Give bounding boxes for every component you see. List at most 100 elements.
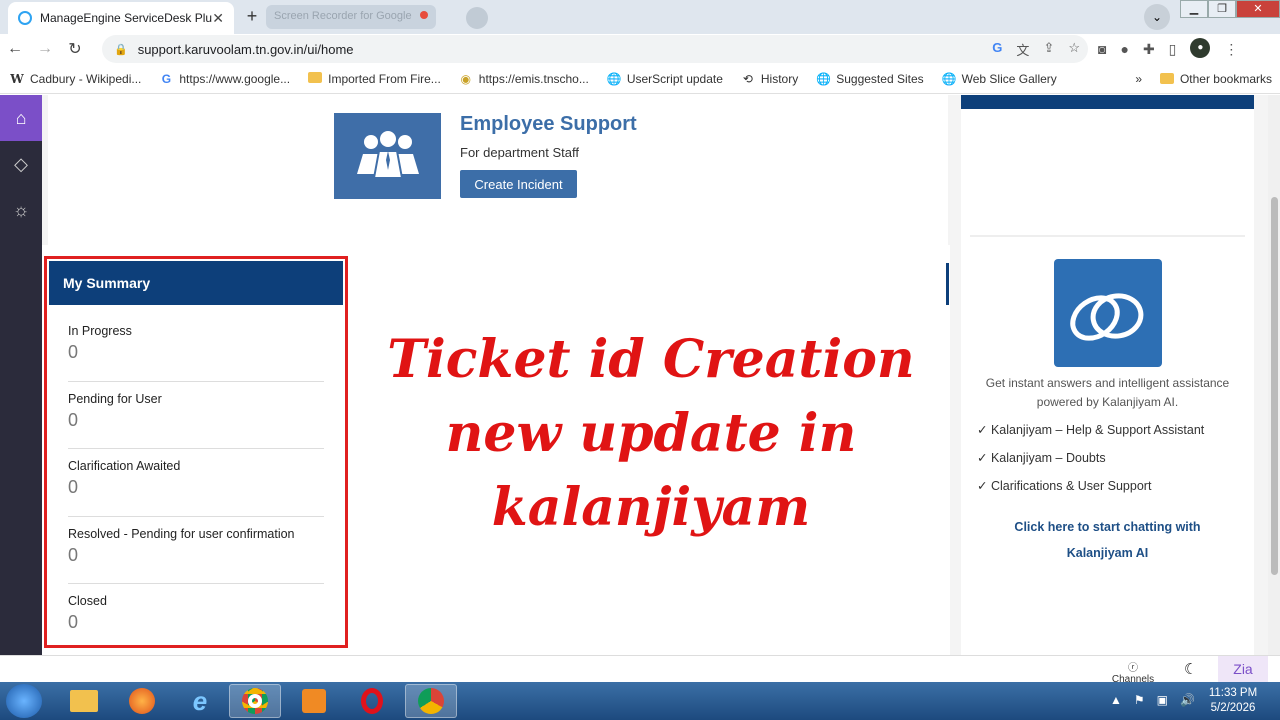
globe-icon: 🌐 — [606, 71, 622, 86]
puzzle-extensions-icon[interactable]: ✚ — [1143, 41, 1155, 58]
action-center-flag-icon[interactable]: ⚑ — [1134, 693, 1145, 707]
ticket-icon[interactable]: ◇ — [0, 141, 42, 187]
dark-mode-moon-icon[interactable]: ☾ — [1184, 660, 1197, 678]
bookmark-star-icon[interactable]: ☆ — [1068, 40, 1080, 59]
wikipedia-icon: W — [10, 71, 24, 86]
summary-row-label: Pending for User — [68, 392, 162, 406]
recording-icon — [419, 11, 428, 19]
bookmark-label: Imported From Fire... — [328, 71, 441, 86]
windows-start-button[interactable] — [6, 684, 42, 718]
bookmark-item[interactable]: W Cadbury - Wikipedi... — [10, 72, 141, 86]
bookmark-item[interactable]: 🌐 UserScript update — [607, 72, 723, 86]
app-footer-bar: ⓡ Channels ☾ Zia — [0, 655, 1280, 685]
bookmark-item[interactable]: 🌐 Web Slice Gallery — [942, 72, 1057, 86]
file-explorer-icon[interactable] — [58, 684, 110, 718]
overlay-line: Ticket id Creation — [387, 329, 915, 390]
new-tab-button[interactable]: + — [240, 6, 264, 28]
network-icon[interactable]: ▣ — [1157, 693, 1168, 707]
menu-kebab-icon[interactable]: ⋮ — [1224, 41, 1238, 58]
folder-icon — [308, 71, 323, 86]
scrollbar-thumb[interactable] — [1271, 197, 1278, 575]
home-icon[interactable]: ⌂ — [0, 95, 42, 141]
translate-icon[interactable]: 文 — [1016, 40, 1029, 59]
bookmark-item[interactable]: 🌐 Suggested Sites — [816, 72, 923, 86]
summary-row-count: 0 — [68, 342, 79, 362]
summary-row-clarification[interactable]: Clarification Awaited 0 — [68, 459, 324, 517]
opera-icon[interactable] — [346, 684, 398, 718]
side-panel-icon[interactable]: ▯ — [1169, 41, 1177, 58]
page-scrollbar[interactable] — [1268, 95, 1280, 655]
employee-support-logo — [334, 113, 441, 199]
lightbulb-icon[interactable]: ☼ — [0, 187, 42, 233]
video-overlay-title: Ticket id Creation new update in kalanji… — [352, 323, 950, 545]
chrome-taskbar-icon[interactable] — [229, 684, 281, 718]
summary-row-label: In Progress — [68, 324, 132, 338]
globe-icon: 🌐 — [941, 71, 957, 86]
create-incident-button[interactable]: Create Incident — [460, 170, 577, 198]
tab-close-icon[interactable]: ✕ — [212, 10, 224, 27]
profile-avatar[interactable]: ● — [1190, 38, 1211, 58]
ai-side-panel: Get instant answers and intelligent assi… — [961, 95, 1254, 655]
summary-row-in-progress[interactable]: In Progress 0 — [68, 324, 324, 382]
tab-title: Screen Recorder for Google — [274, 10, 412, 22]
minimize-button[interactable]: ▁ — [1180, 0, 1208, 18]
bookmark-label: Suggested Sites — [836, 71, 924, 86]
tab-search-chevron-icon[interactable]: ⌄ — [1144, 4, 1170, 30]
share-icon[interactable]: ⇪ — [1043, 40, 1054, 59]
address-bar[interactable]: 🔒 support.karuvoolam.tn.gov.in/ui/home G… — [102, 35, 1088, 63]
browser-toolbar: ← → ↻ 🔒 support.karuvoolam.tn.gov.in/ui/… — [0, 34, 1280, 64]
ai-feature-item: ✓ Clarifications & User Support — [977, 479, 1152, 493]
zia-assistant-button[interactable]: Zia — [1218, 656, 1268, 683]
summary-row-count: 0 — [68, 410, 79, 430]
chrome-window-icon[interactable] — [405, 684, 457, 718]
ai-feature-item: ✓ Kalanjiyam – Doubts — [977, 451, 1106, 465]
globe-icon: 🌐 — [816, 71, 832, 86]
extension-icon[interactable]: ● — [1120, 41, 1128, 58]
channels-icon: ⓡ — [1128, 663, 1138, 674]
volume-icon[interactable]: 🔊 — [1180, 693, 1195, 707]
start-chat-link[interactable]: Click here to start chatting with Kalanj… — [990, 514, 1225, 566]
maximize-button[interactable]: ❐ — [1208, 0, 1236, 18]
bookmark-item[interactable]: Imported From Fire... — [308, 71, 441, 86]
tab-favicon-icon[interactable] — [466, 7, 488, 29]
history-icon: ⟲ — [742, 71, 753, 86]
ai-feature-list: ✓ Kalanjiyam – Help & Support Assistant … — [977, 422, 1204, 506]
more-bookmarks-button[interactable]: » — [1135, 72, 1142, 86]
summary-row-label: Resolved - Pending for user confirmation — [68, 527, 295, 541]
summary-row-resolved[interactable]: Resolved - Pending for user confirmation… — [68, 527, 324, 584]
bookmark-label: History — [760, 71, 799, 86]
media-player-icon[interactable] — [288, 684, 340, 718]
section-divider — [946, 263, 949, 305]
summary-row-count: 0 — [68, 477, 79, 497]
lock-icon[interactable]: 🔒 — [114, 43, 128, 56]
tray-expand-icon[interactable]: ▲ — [1110, 693, 1122, 707]
back-arrow-icon[interactable]: ← — [0, 40, 30, 58]
summary-row-count: 0 — [68, 545, 79, 565]
summary-row-closed[interactable]: Closed 0 — [68, 594, 324, 642]
overlay-line: kalanjiyam — [491, 477, 811, 538]
my-summary-title: My Summary — [49, 261, 343, 305]
google-lens-icon[interactable]: G — [992, 40, 1002, 59]
reload-icon[interactable]: ↻ — [60, 39, 90, 59]
bookmark-item[interactable]: Ghttps://www.google... — [159, 72, 290, 86]
tab-screen-recorder[interactable]: Screen Recorder for Google — [266, 5, 436, 29]
camera-extension-icon[interactable]: ◙ — [1098, 41, 1106, 58]
bookmark-item[interactable]: ◉ https://emis.tnscho... — [459, 72, 589, 86]
forward-arrow-icon[interactable]: → — [30, 40, 60, 58]
tab-servicedesk[interactable]: ManageEngine ServiceDesk Plus ✕ — [8, 2, 234, 34]
internet-explorer-icon[interactable]: e — [174, 684, 226, 718]
summary-row-pending-user[interactable]: Pending for User 0 — [68, 392, 324, 449]
overlay-line: new update in — [445, 403, 857, 464]
taskbar-clock[interactable]: 11:33 PM 5/2/2026 — [1200, 686, 1266, 716]
ai-description-line: powered by Kalanjiyam AI. — [1036, 395, 1179, 409]
bookmark-label: https://www.google... — [179, 71, 291, 86]
close-window-button[interactable]: ✕ — [1236, 0, 1280, 18]
firefox-icon[interactable] — [116, 684, 168, 718]
page-content: ⌂ ◇ ☼ Employee Support For department St… — [0, 95, 1280, 655]
summary-row-label: Closed — [68, 594, 107, 608]
bookmark-label: Web Slice Gallery — [961, 71, 1057, 86]
other-bookmarks[interactable]: Other bookmarks — [1159, 72, 1272, 86]
bookmark-label: Cadbury - Wikipedi... — [30, 71, 142, 86]
bookmark-item[interactable]: ⟲ History — [741, 72, 798, 86]
url-text: support.karuvoolam.tn.gov.in/ui/home — [137, 41, 354, 57]
